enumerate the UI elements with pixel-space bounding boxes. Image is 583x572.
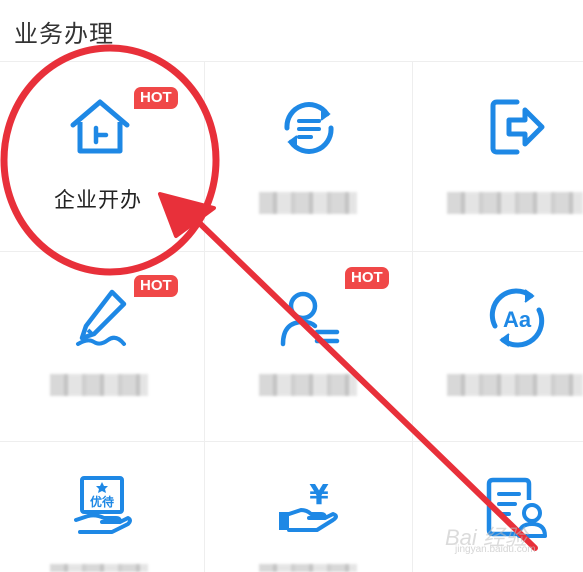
blurred-label — [50, 374, 148, 396]
pen-signature-icon — [76, 289, 127, 346]
hot-badge: HOT — [134, 87, 178, 109]
house-icon — [70, 99, 130, 154]
blurred-label — [447, 192, 583, 214]
service-item-6[interactable]: Aa — [413, 252, 583, 442]
badge-icon-text: 优待 — [90, 494, 114, 509]
blurred-label — [259, 564, 357, 572]
section-title: 业务办理 — [14, 20, 114, 48]
service-item-8[interactable]: ¥ — [205, 442, 413, 572]
service-grid: HOT 企业开办 HOT HOT Aa 优待 ¥ — [0, 62, 583, 572]
blurred-label — [447, 374, 583, 396]
service-item-5[interactable]: HOT — [205, 252, 413, 442]
hot-badge: HOT — [345, 267, 389, 289]
service-item-2[interactable] — [205, 62, 413, 252]
refresh-list-icon — [284, 102, 334, 154]
blurred-label — [259, 192, 357, 214]
blurred-label — [50, 564, 148, 572]
hand-yen-icon: ¥ — [279, 478, 338, 532]
watermark-url: jingyan.baidu.com — [455, 544, 536, 555]
aa-cycle-icon: Aa — [489, 288, 545, 348]
svg-text:Aa: Aa — [503, 307, 532, 332]
yen-icon-text: ¥ — [309, 478, 329, 511]
service-item-3[interactable] — [413, 62, 583, 252]
blurred-label — [259, 374, 357, 396]
service-item-7[interactable]: 优待 — [0, 442, 205, 572]
hot-badge: HOT — [134, 275, 178, 297]
hand-badge-icon: 优待 — [74, 476, 132, 534]
section-header: 业务办理 — [0, 0, 583, 62]
service-label: 企业开办 — [54, 188, 142, 212]
person-list-icon — [280, 291, 340, 347]
service-item-enterprise-setup[interactable]: HOT 企业开办 — [0, 62, 205, 252]
service-item-4[interactable]: HOT — [0, 252, 205, 442]
exit-arrow-icon — [490, 99, 545, 155]
